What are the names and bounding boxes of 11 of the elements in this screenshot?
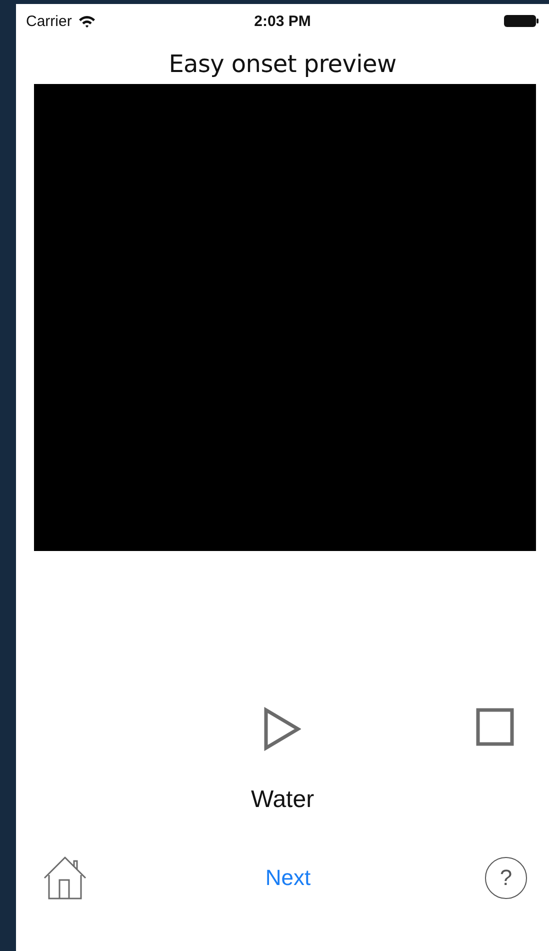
next-button[interactable]: Next [265,865,311,891]
stop-icon[interactable] [476,708,514,746]
battery-icon [504,14,540,28]
wifi-icon [78,14,96,28]
status-time: 2:03 PM [254,12,311,30]
play-icon[interactable] [263,707,301,751]
help-button[interactable]: ? [485,857,527,899]
home-icon[interactable] [43,856,87,900]
carrier-label: Carrier [26,12,72,30]
screen-title: Easy onset preview [168,49,396,80]
word-label: Water [250,786,314,814]
